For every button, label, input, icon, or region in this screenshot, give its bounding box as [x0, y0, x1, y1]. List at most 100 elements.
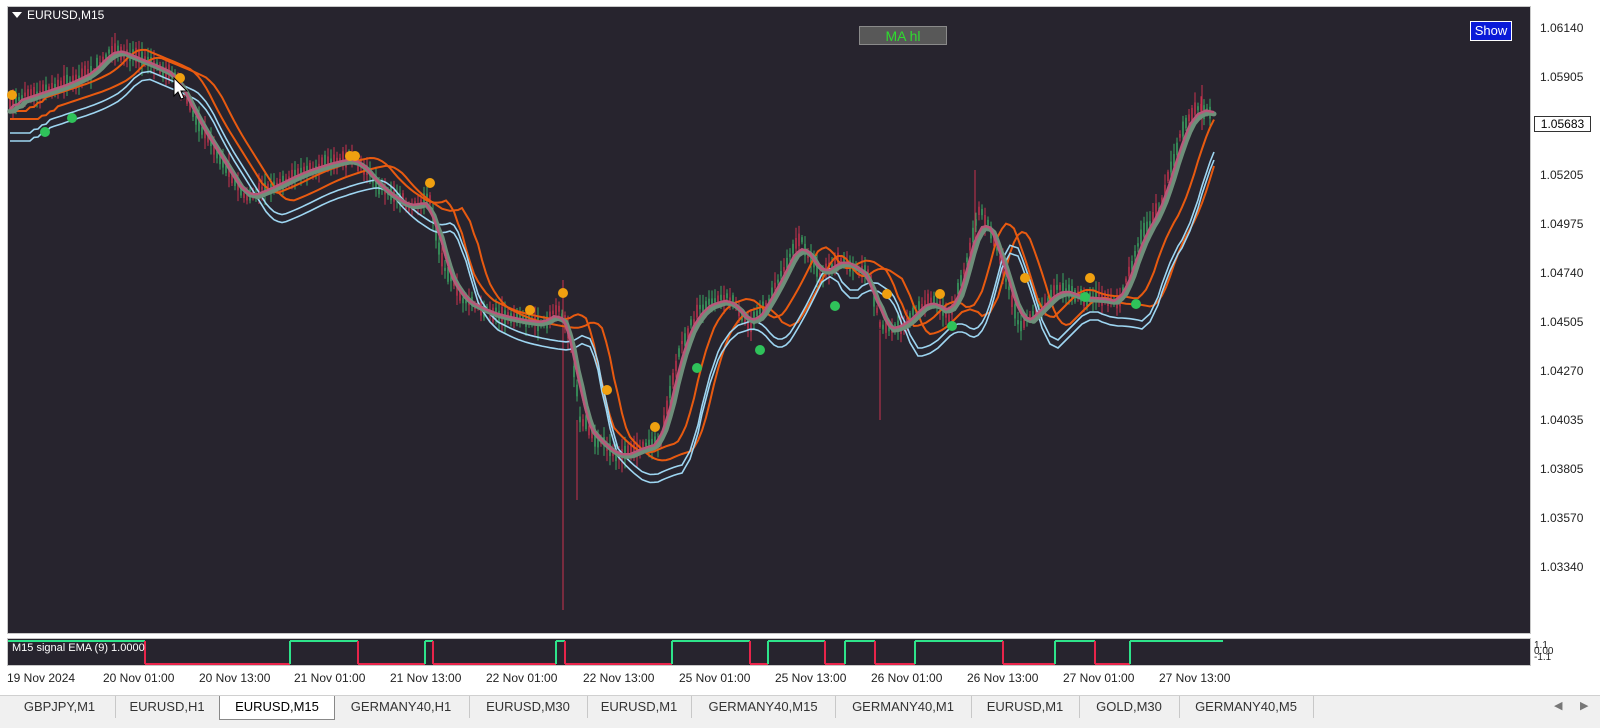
down-arrow-marker-icon	[558, 288, 568, 298]
candle-body	[792, 243, 794, 254]
chevron-left-icon[interactable]: ◀	[1554, 699, 1562, 712]
chart-tab[interactable]: GBPJPY,M1	[4, 696, 116, 718]
moving-averages-layer	[7, 48, 1217, 484]
chart-tab[interactable]: EURUSD,H1	[115, 696, 220, 718]
candle-body	[1194, 102, 1196, 115]
price-axis-label: 1.05205	[1540, 168, 1584, 182]
subwindow-label: M15 signal EMA (9) 1.0000	[12, 642, 145, 654]
up-arrow-marker-icon	[947, 321, 957, 331]
time-axis-label: 22 Nov 13:00	[583, 671, 655, 685]
price-axis-label: 1.04740	[1540, 266, 1584, 280]
candle-body	[1059, 284, 1061, 291]
price-axis-label: 1.04270	[1540, 364, 1584, 378]
price-axis-label: 1.05905	[1540, 70, 1584, 84]
candle-body	[1053, 285, 1055, 296]
candle-body	[672, 372, 674, 385]
chart-tab[interactable]: EURUSD,M15	[219, 696, 335, 720]
candle-body	[981, 208, 983, 216]
current-price-label: 1.05683	[1534, 116, 1591, 132]
price-axis-label: 1.03805	[1540, 462, 1584, 476]
candle-body	[876, 307, 878, 313]
candle-body	[918, 301, 920, 311]
down-arrow-marker-icon	[525, 305, 535, 315]
chart-symbol-title[interactable]: EURUSD,M15	[12, 8, 104, 22]
down-arrow-marker-icon	[935, 289, 945, 299]
down-arrow-marker-icon	[1020, 273, 1030, 283]
candle-body	[1134, 250, 1136, 257]
chart-tab[interactable]: GERMANY40,M1	[835, 696, 972, 718]
candle-body	[720, 294, 722, 301]
up-arrow-marker-icon	[67, 113, 77, 123]
candle-body	[699, 304, 701, 310]
candle-body	[879, 321, 881, 328]
time-axis-label: 27 Nov 01:00	[1063, 671, 1135, 685]
time-axis-label: 27 Nov 13:00	[1159, 671, 1231, 685]
signal-line-layer	[8, 640, 1223, 665]
down-arrow-marker-icon	[882, 289, 892, 299]
triangle-down-icon[interactable]	[12, 12, 22, 18]
time-axis-label: 21 Nov 01:00	[294, 671, 366, 685]
price-axis-label: 1.06140	[1540, 21, 1584, 35]
candle-body	[1188, 114, 1190, 122]
chart-tabs-bar: GBPJPY,M1 EURUSD,H1 EURUSD,M15 GERMANY40,H1…	[0, 695, 1600, 728]
ma-fast-line	[7, 51, 1217, 460]
candle-body	[972, 227, 974, 243]
chart-tab[interactable]: EURUSD,M1	[971, 696, 1080, 718]
candle-body	[1182, 121, 1184, 137]
chart-tab[interactable]: GERMANY40,M5	[1179, 696, 1314, 718]
time-axis-label: 26 Nov 13:00	[967, 671, 1039, 685]
time-axis-label: 25 Nov 01:00	[679, 671, 751, 685]
candle-body	[684, 333, 686, 346]
up-arrow-marker-icon	[692, 363, 702, 373]
candle-body	[963, 269, 965, 274]
time-axis-label: 22 Nov 01:00	[486, 671, 558, 685]
price-axis-label: 1.04505	[1540, 315, 1584, 329]
candle-body	[1017, 320, 1019, 325]
candle-body	[669, 386, 671, 398]
candle-body	[912, 307, 914, 315]
candle-body	[1011, 295, 1013, 308]
candle-body	[1170, 161, 1172, 173]
chart-tab[interactable]: GERMANY40,H1	[333, 696, 470, 718]
candle-body	[87, 68, 89, 74]
up-arrow-marker-icon	[1131, 299, 1141, 309]
candle-body	[573, 366, 575, 378]
chart-tab[interactable]: EURUSD,M1	[587, 696, 692, 718]
chart-window[interactable]: EURUSD,M15 MA hl Show 1.06140 1.05905 1.05…	[0, 0, 1600, 695]
candle-body	[666, 400, 668, 415]
candle-body	[1014, 304, 1016, 319]
down-arrow-marker-icon	[350, 151, 360, 161]
candle-body	[645, 442, 647, 447]
chart-tab[interactable]: GOLD,M30	[1079, 696, 1180, 718]
down-arrow-marker-icon	[425, 178, 435, 188]
candle-body	[714, 298, 716, 303]
candle-body	[681, 340, 683, 345]
time-axis-label: 19 Nov 2024	[7, 671, 76, 685]
candle-body	[1005, 278, 1007, 282]
candle-body	[1167, 171, 1169, 182]
candle-body	[678, 348, 680, 357]
down-arrow-marker-icon	[602, 385, 612, 395]
candle-body	[798, 233, 800, 247]
chart-tab[interactable]: EURUSD,M30	[469, 696, 588, 718]
chart-drawing	[7, 32, 1223, 665]
down-arrow-marker-icon	[1085, 273, 1095, 283]
candle-body	[1020, 320, 1022, 332]
candle-body	[1143, 222, 1145, 237]
candle-body	[327, 156, 329, 165]
candle-body	[558, 305, 560, 312]
chevron-right-icon[interactable]: ▶	[1580, 699, 1588, 712]
candle-body	[552, 310, 554, 315]
candle-body	[729, 297, 731, 301]
show-button[interactable]: Show	[1470, 21, 1512, 41]
candle-body	[441, 252, 443, 267]
ma-hl-button[interactable]: MA hl	[859, 26, 947, 45]
candle-body	[1056, 284, 1058, 290]
price-axis-label: 1.04975	[1540, 217, 1584, 231]
candle-body	[438, 242, 440, 255]
candle-body	[1140, 229, 1142, 244]
time-axis-label: 25 Nov 13:00	[775, 671, 847, 685]
chart-tab[interactable]: GERMANY40,M15	[691, 696, 836, 718]
candle-body	[1023, 319, 1025, 328]
time-axis-label: 20 Nov 01:00	[103, 671, 175, 685]
